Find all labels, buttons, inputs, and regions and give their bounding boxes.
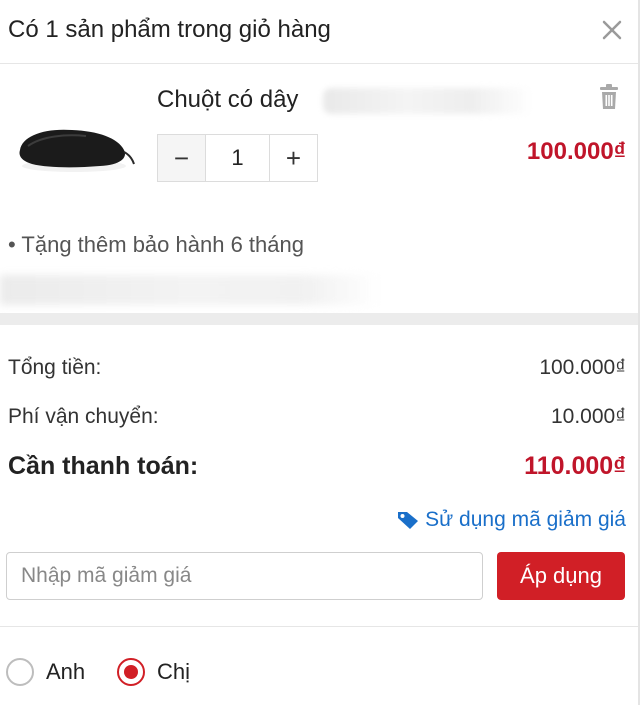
mouse-image xyxy=(19,129,135,172)
close-button[interactable] xyxy=(598,16,626,44)
subtotal-value: 100.000₫ xyxy=(539,356,626,379)
increase-quantity-button[interactable]: + xyxy=(270,135,317,181)
trash-icon xyxy=(600,84,618,109)
coupon-input[interactable] xyxy=(6,552,483,600)
shipping-label: Phí vận chuyển: xyxy=(8,405,159,428)
gender-option-anh[interactable]: Anh xyxy=(6,658,85,686)
subtotal-label: Tổng tiền: xyxy=(8,356,102,379)
item-price: 100.000₫ xyxy=(526,138,626,165)
section-divider xyxy=(0,313,640,325)
quantity-stepper: − 1 + xyxy=(157,134,318,182)
radio-unchecked-icon xyxy=(6,658,34,686)
decrease-quantity-button[interactable]: − xyxy=(158,135,205,181)
cart-header: Có 1 sản phẩm trong giỏ hàng xyxy=(0,0,640,64)
blurred-product-detail xyxy=(323,88,533,114)
blurred-gift-detail xyxy=(0,275,380,305)
total-value: 110.000₫ xyxy=(524,452,626,480)
gender-label-anh: Anh xyxy=(46,659,86,684)
use-coupon-link[interactable]: Sử dụng mã giảm giá xyxy=(397,508,626,532)
product-name[interactable]: Chuột có dây xyxy=(157,86,298,114)
shipping-value: 10.000₫ xyxy=(550,405,626,428)
close-icon xyxy=(602,20,622,40)
radio-checked-icon xyxy=(117,658,145,686)
use-coupon-label: Sử dụng mã giảm giá xyxy=(425,508,626,531)
remove-item-button[interactable] xyxy=(598,84,620,110)
tag-icon xyxy=(398,512,419,529)
quantity-value[interactable]: 1 xyxy=(205,135,270,181)
divider xyxy=(0,626,640,627)
gender-option-chi[interactable]: Chị xyxy=(117,658,190,686)
gift-note: • Tặng thêm bảo hành 6 tháng xyxy=(8,232,304,257)
gender-label-chi: Chị xyxy=(157,659,191,684)
cart-title: Có 1 sản phẩm trong giỏ hàng xyxy=(8,16,331,43)
total-label: Cần thanh toán: xyxy=(8,452,199,480)
apply-coupon-button[interactable]: Áp dụng xyxy=(497,552,625,600)
